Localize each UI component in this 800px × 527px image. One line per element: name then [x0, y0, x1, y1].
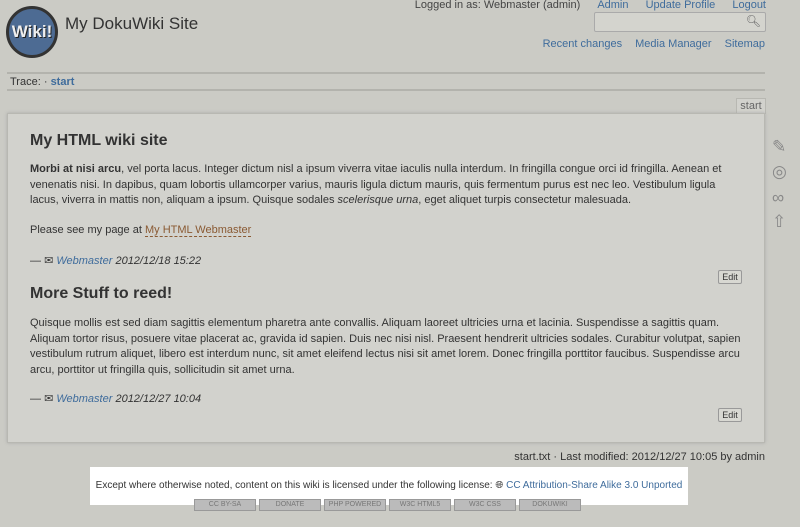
backlinks-chain-icon[interactable]: ∞	[772, 188, 784, 208]
paragraph: Please see my page at My HTML Webmaster	[30, 223, 745, 239]
webmaster-mail-link[interactable]: Webmaster	[56, 393, 112, 405]
search-icon[interactable]: 🔍︎	[746, 14, 761, 28]
user-bar: Logged in as: Webmaster (admin) Admin Up…	[401, 0, 766, 11]
dokuwiki-badge[interactable]: DOKUWIKI	[519, 499, 581, 511]
edit-section-button[interactable]: Edit	[718, 408, 742, 422]
webmaster-page-link[interactable]: My HTML Webmaster	[144, 224, 252, 237]
dash: —	[30, 255, 41, 267]
mail-icon: ✉	[44, 393, 54, 405]
webmaster-mail-link[interactable]: Webmaster	[56, 255, 112, 267]
sitemap-link[interactable]: Sitemap	[725, 38, 765, 50]
recent-changes-link[interactable]: Recent changes	[543, 38, 623, 50]
divider	[7, 72, 765, 74]
footer-badges: CC BY-SA DONATE PHP POWERED W3C HTML5 W3…	[194, 499, 581, 511]
site-tools: Recent changes Media Manager Sitemap	[533, 38, 765, 50]
trace-label: Trace:	[10, 76, 41, 88]
admin-link[interactable]: Admin	[597, 0, 628, 11]
trace-sep: ·	[43, 76, 48, 88]
logout-link[interactable]: Logout	[732, 0, 766, 11]
back-to-top-arrow-icon[interactable]: ⇧	[772, 212, 786, 232]
css-badge[interactable]: W3C CSS	[454, 499, 516, 511]
text: Please see my page at	[30, 224, 145, 236]
logged-in-text: Logged in as: Webmaster (admin)	[414, 0, 581, 11]
paragraph: Morbi at nisi arcu, vel porta lacus. Int…	[30, 162, 745, 209]
mail-icon: ✉	[44, 255, 54, 267]
divider	[7, 89, 765, 91]
paragraph: Quisque mollis est sed diam sagittis ele…	[30, 317, 741, 376]
license-link[interactable]: CC Attribution-Share Alike 3.0 Unported	[506, 480, 682, 491]
license-text: Except where otherwise noted, content on…	[95, 480, 493, 491]
bold-text: Morbi at nisi arcu	[30, 163, 122, 175]
breadcrumb: Trace: · start	[10, 76, 74, 88]
php-badge[interactable]: PHP POWERED	[324, 499, 386, 511]
signature-date: 2012/12/18 15:22	[115, 255, 202, 267]
logo-text: Wiki!	[11, 22, 53, 41]
italic-text: scelerisque urna	[337, 194, 419, 206]
dash: —	[30, 393, 41, 405]
cc-badge[interactable]: CC BY-SA	[194, 499, 256, 511]
site-title[interactable]: My DokuWiki Site	[65, 14, 198, 34]
old-revisions-icon[interactable]: ◎	[772, 162, 787, 182]
update-profile-link[interactable]: Update Profile	[646, 0, 716, 11]
section-heading: My HTML wiki site	[30, 132, 168, 149]
media-manager-link[interactable]: Media Manager	[635, 38, 711, 50]
signature-date: 2012/12/27 10:04	[115, 393, 202, 405]
edit-page-pencil-icon[interactable]: ✎	[772, 137, 786, 157]
signature: — ✉ Webmaster 2012/12/27 10:04	[30, 392, 201, 408]
wiki-logo[interactable]: Wiki!	[6, 6, 58, 58]
last-modified: start.txt · Last modified: 2012/12/27 10…	[514, 451, 765, 463]
search-input[interactable]: 🔍︎	[594, 12, 766, 32]
signature: — ✉ Webmaster 2012/12/18 15:22	[30, 254, 201, 270]
html5-badge[interactable]: W3C HTML5	[389, 499, 451, 511]
section-heading: More Stuff to reed!	[30, 285, 173, 302]
cc-icon: 🌐︎	[495, 480, 504, 491]
text: , eget aliquet turpis consectetur malesu…	[418, 194, 632, 206]
trace-start-link[interactable]: start	[51, 76, 75, 88]
donate-badge[interactable]: DONATE	[259, 499, 321, 511]
page-id-tab: start	[736, 98, 766, 114]
edit-section-button[interactable]: Edit	[718, 270, 742, 284]
page-content: My HTML wiki site Morbi at nisi arcu, ve…	[7, 113, 765, 443]
